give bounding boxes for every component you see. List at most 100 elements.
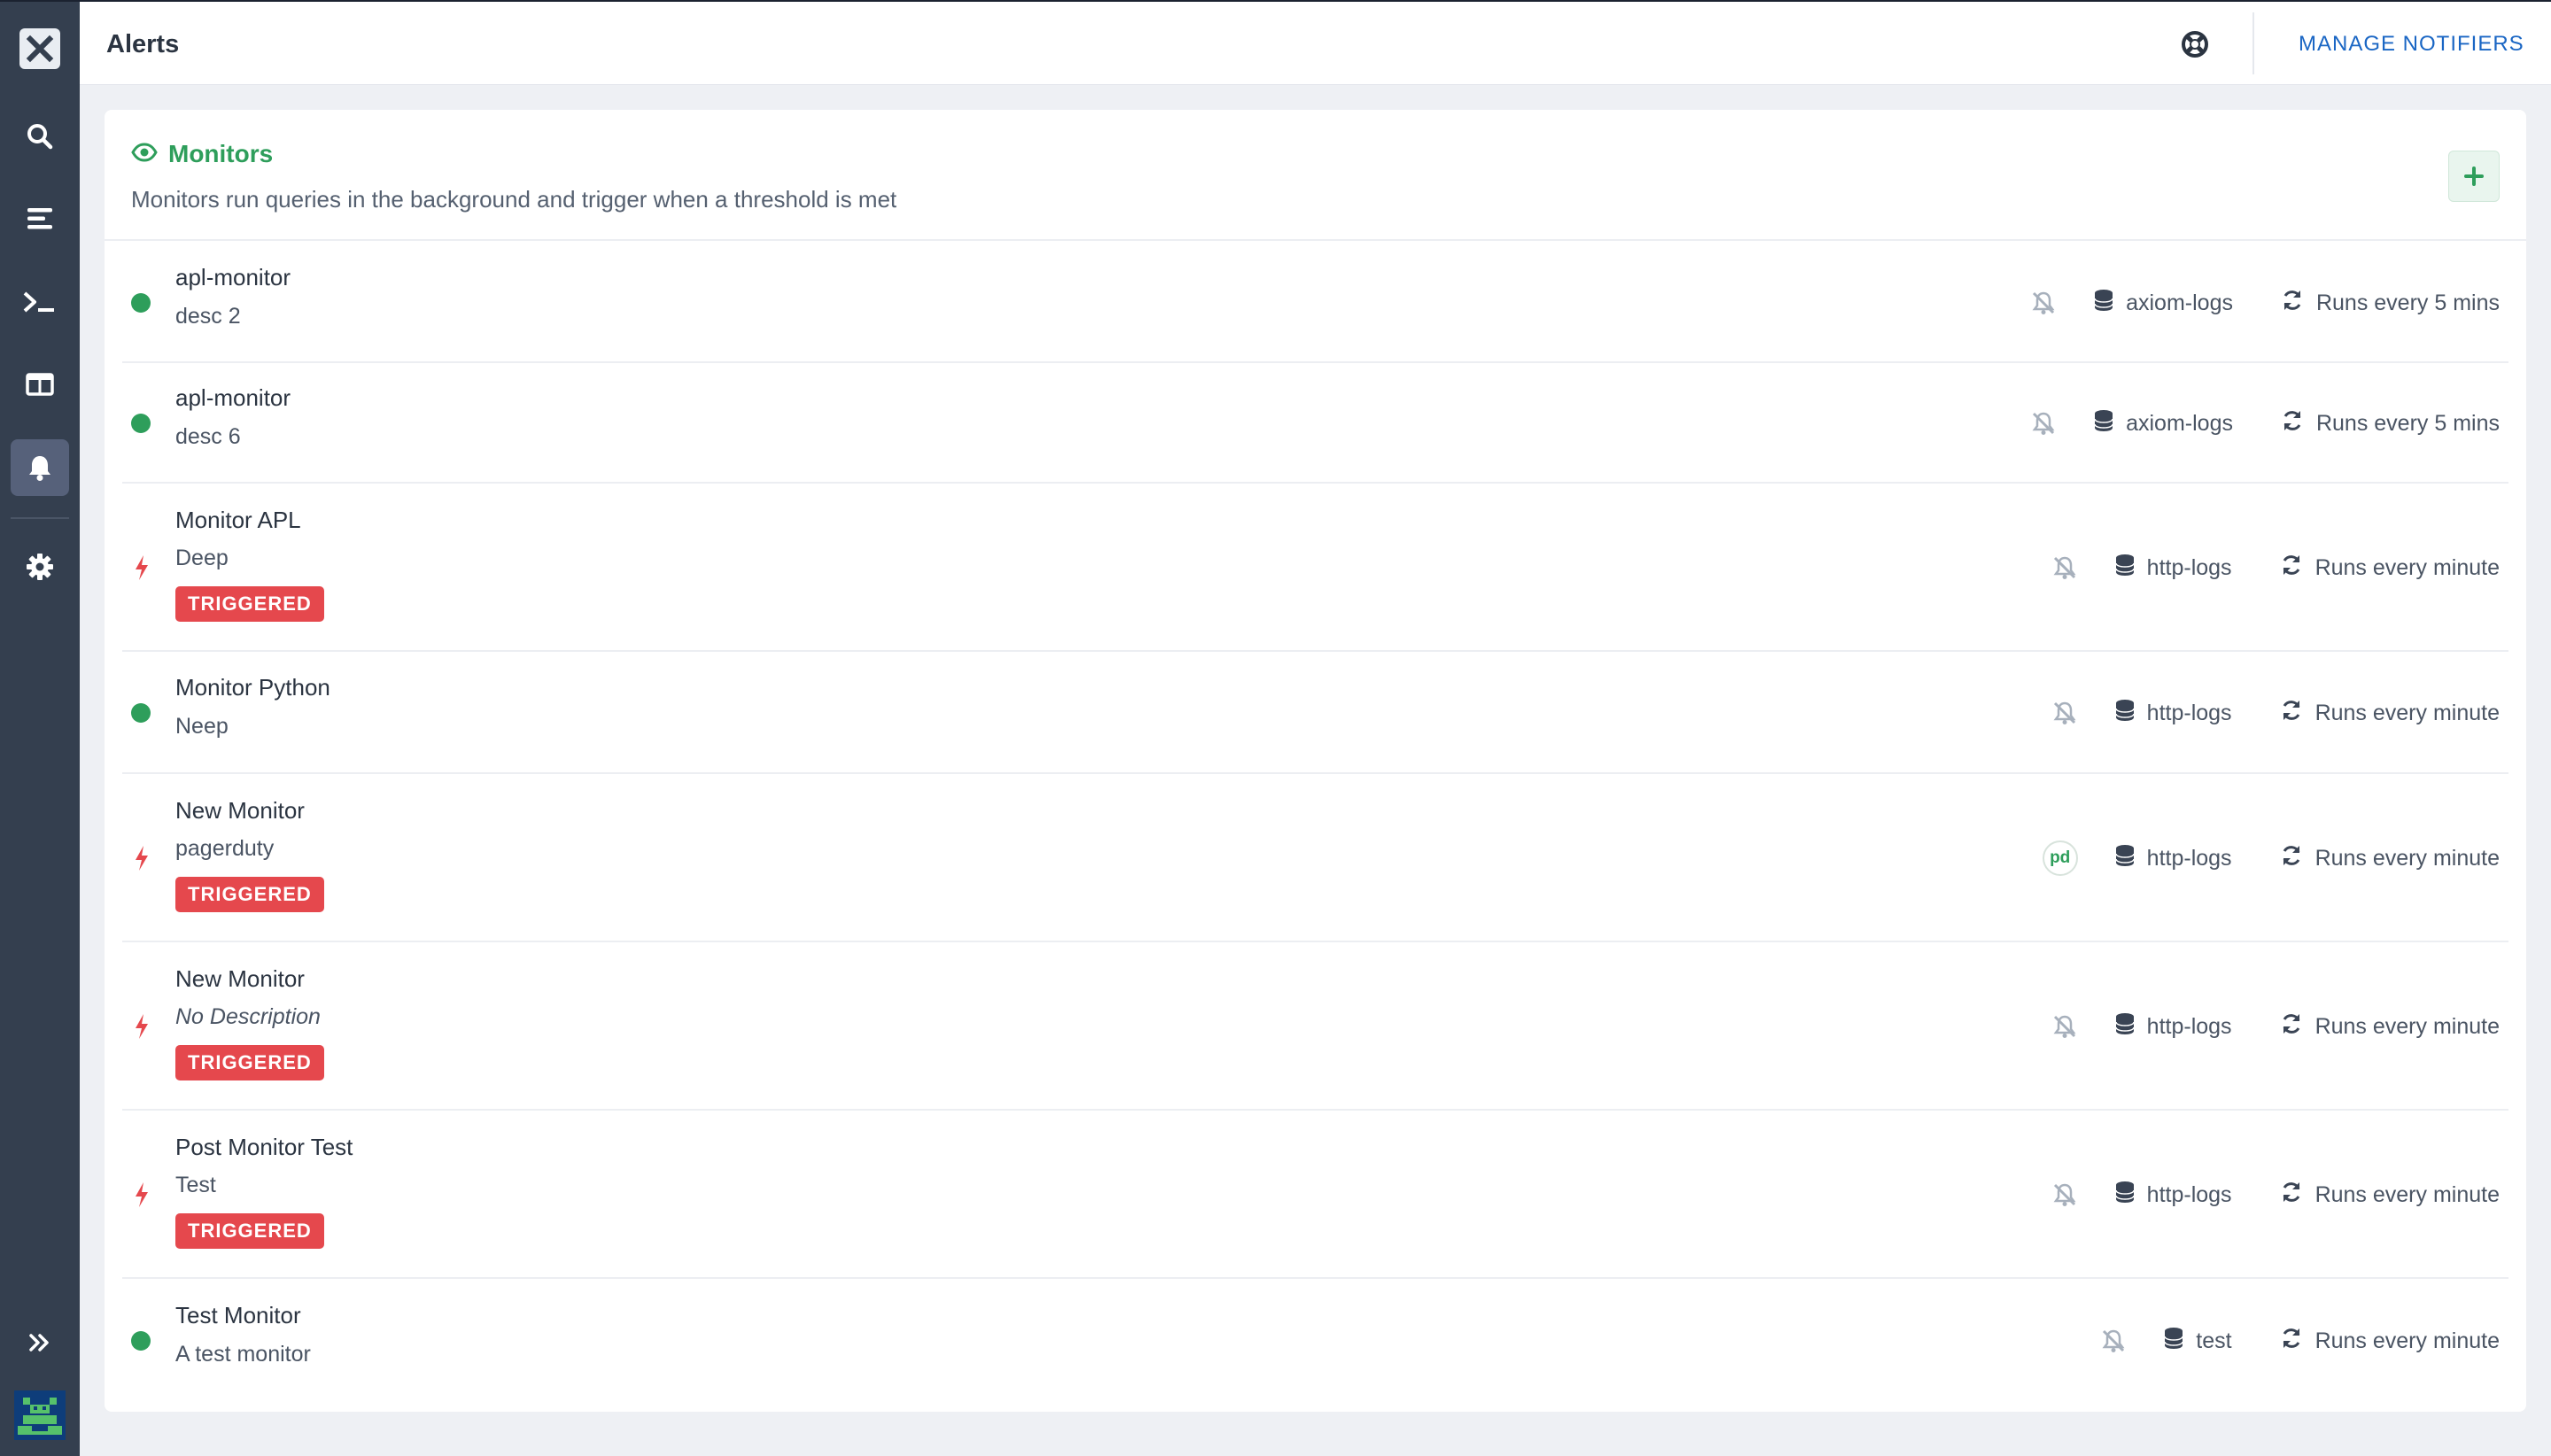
schedule-cell: Runs every minute [2280,1012,2500,1042]
refresh-icon [2280,554,2303,583]
bell-muted-icon[interactable] [2030,290,2057,316]
bell-muted-icon[interactable] [2051,1013,2078,1040]
monitor-meta: http-logs Runs every minute [2051,550,2500,585]
monitors-title-text: Monitors [168,140,274,167]
monitors-title: Monitors [131,140,273,168]
monitor-name[interactable]: apl-monitor [175,264,291,291]
schedule-text: Runs every minute [2315,554,2500,580]
schedule-cell: Runs every 5 mins [2281,289,2500,318]
refresh-icon [2281,409,2304,438]
monitor-row[interactable]: Monitor Python Neep http-logs Runs every mi… [122,652,2508,774]
manage-notifiers-button[interactable]: MANAGE NOTIFIERS [2299,32,2524,57]
database-icon [2094,409,2113,438]
database-icon [2114,844,2135,873]
top-header: Alerts MANAGE NOTIFIERS [80,0,2551,85]
monitors-description: Monitors run queries in the background a… [131,186,897,213]
schedule-cell: Runs every minute [2280,844,2500,873]
eye-icon [131,142,158,167]
terminal-icon[interactable] [11,274,69,330]
dataset-name: axiom-logs [2126,410,2233,436]
dataset-name: test [2196,1328,2232,1353]
monitor-description: pagerduty [175,836,275,861]
schedule-text: Runs every minute [2315,1328,2500,1353]
database-icon [2114,699,2135,728]
axiom-logo-icon[interactable] [19,28,60,69]
monitor-description: Deep [175,546,229,570]
search-icon[interactable] [11,108,69,165]
monitor-name[interactable]: apl-monitor [175,384,291,412]
dataset-name: http-logs [2146,700,2232,725]
dataset-name: http-logs [2146,554,2232,580]
bell-icon[interactable] [11,439,69,496]
schedule-text: Runs every 5 mins [2315,410,2500,436]
dashboard-icon[interactable] [11,356,69,413]
monitor-meta: test Runs every minute [2100,1323,2500,1359]
bell-muted-icon[interactable] [2051,1181,2078,1208]
database-icon [2164,1327,2184,1356]
refresh-icon [2280,699,2303,728]
schedule-text: Runs every minute [2315,1013,2500,1039]
database-icon [2114,1012,2135,1042]
refresh-icon [2280,1012,2303,1042]
monitor-row[interactable]: Test Monitor A test monitor test Runs every… [122,1279,2508,1403]
monitor-name[interactable]: Post Monitor Test [175,1134,353,1161]
schedule-cell: Runs every minute [2280,554,2500,583]
pagerduty-notifier-icon[interactable]: pd [2042,840,2078,876]
monitor-row[interactable]: apl-monitor desc 2 axiom-logs Runs every 5 … [122,243,2508,363]
triggered-badge: TRIGGERED [175,1045,324,1080]
dataset-cell[interactable]: http-logs [2114,554,2232,583]
monitor-name[interactable]: Test Monitor [175,1302,301,1329]
avatar[interactable] [14,1390,66,1440]
dataset-cell[interactable]: axiom-logs [2094,289,2233,318]
dataset-cell[interactable]: http-logs [2114,844,2232,873]
schedule-cell: Runs every minute [2280,1327,2500,1356]
double-chevron-right-icon[interactable] [11,1314,69,1371]
dataset-cell[interactable]: http-logs [2114,699,2232,728]
bell-muted-icon[interactable] [2030,410,2057,437]
monitor-name[interactable]: Monitor Python [175,674,330,701]
dataset-cell[interactable]: http-logs [2114,1181,2232,1210]
refresh-icon [2280,844,2303,873]
monitor-row[interactable]: Post Monitor Test Test TRIGGERED http-logs R… [122,1111,2508,1279]
schedule-text: Runs every minute [2315,1181,2500,1207]
monitor-row[interactable]: Monitor APL Deep TRIGGERED http-logs Runs ev… [122,484,2508,652]
status-ok-dot [131,1331,151,1351]
header-divider [2252,12,2254,74]
dataset-cell[interactable]: test [2164,1327,2232,1356]
monitor-row[interactable]: New Monitor pagerduty TRIGGERED pd http-logs… [122,774,2508,942]
refresh-icon [2280,1327,2303,1356]
monitor-meta: http-logs Runs every minute [2051,1009,2500,1044]
monitor-name[interactable]: Monitor APL [175,507,301,534]
monitor-meta: pd http-logs Runs every minute [2042,840,2500,876]
status-ok-dot [131,293,151,313]
sidebar [0,0,80,1456]
dataset-name: http-logs [2146,845,2232,871]
bell-muted-icon[interactable] [2051,700,2078,726]
gear-icon[interactable] [11,538,69,595]
database-icon [2114,1181,2135,1210]
schedule-text: Runs every minute [2315,700,2500,725]
monitor-description: desc 2 [175,304,241,329]
add-monitor-button[interactable] [2448,151,2500,202]
dataset-cell[interactable]: axiom-logs [2094,409,2233,438]
monitor-name[interactable]: New Monitor [175,797,305,825]
stream-icon[interactable] [11,190,69,247]
monitor-meta: axiom-logs Runs every 5 mins [2030,406,2500,441]
monitor-description: Test [175,1173,216,1197]
dataset-name: axiom-logs [2126,290,2233,315]
monitor-row[interactable]: New Monitor No Description TRIGGERED http-l… [122,942,2508,1111]
schedule-cell: Runs every 5 mins [2281,409,2500,438]
database-icon [2094,289,2113,318]
database-icon [2114,554,2135,583]
help-lifebuoy-icon[interactable] [2181,30,2209,63]
monitor-description: desc 6 [175,424,241,449]
dataset-name: http-logs [2146,1181,2232,1207]
monitor-row[interactable]: apl-monitor desc 6 axiom-logs Runs every 5 … [122,363,2508,484]
monitor-name[interactable]: New Monitor [175,965,305,993]
dataset-cell[interactable]: http-logs [2114,1012,2232,1042]
bell-muted-icon[interactable] [2100,1328,2127,1354]
bell-muted-icon[interactable] [2051,554,2078,581]
triggered-bolt-icon [133,845,152,871]
schedule-cell: Runs every minute [2280,699,2500,728]
sidebar-divider [11,517,69,519]
